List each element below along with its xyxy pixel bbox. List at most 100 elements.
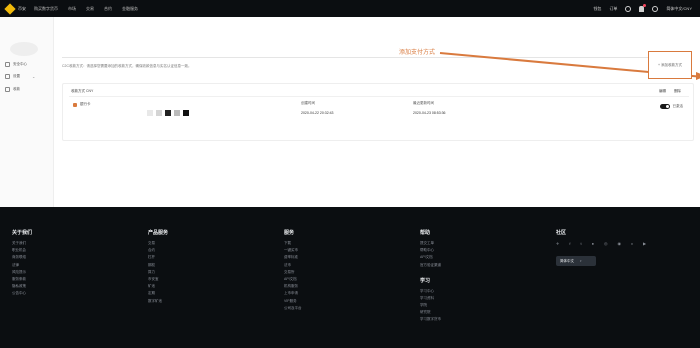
footer-link[interactable]: 下载	[284, 241, 302, 245]
logo-text: 币安	[18, 5, 26, 11]
footer-link[interactable]: VIP服务	[284, 299, 302, 303]
footer-link[interactable]: 矿池	[148, 284, 168, 288]
sidebar-item-payment[interactable]: 收款	[5, 87, 20, 92]
masked-block	[156, 110, 162, 116]
footer-link[interactable]: 法币	[284, 263, 302, 267]
sidebar-item-settings[interactable]: 设置 ⌄	[5, 74, 35, 79]
footer-link[interactable]: 币安宝	[148, 277, 168, 281]
user-icon[interactable]	[625, 5, 632, 12]
footer-link[interactable]: API文档	[420, 255, 441, 259]
footer-link[interactable]: 学习资料	[420, 296, 441, 300]
bank-name: 银行卡	[73, 102, 91, 107]
avatar	[10, 42, 38, 56]
edit-button[interactable]: 编辑	[659, 89, 666, 94]
masked-block	[174, 110, 180, 116]
telegram-icon[interactable]: ✈	[556, 241, 559, 246]
footer-link[interactable]: 公告中心	[12, 291, 32, 295]
footer-link[interactable]: 学习中心	[420, 289, 441, 293]
footer-link[interactable]: 合约	[148, 248, 168, 252]
download-icon[interactable]	[652, 5, 659, 12]
footer-link[interactable]: 关于我们	[12, 241, 32, 245]
card-icon	[5, 87, 10, 92]
chevron-down-icon: ⌄	[32, 74, 36, 79]
footer-link[interactable]: 数字矿池	[148, 299, 168, 303]
footer-link[interactable]: 期权	[148, 263, 168, 267]
nav-item[interactable]: 金融服务	[122, 6, 138, 12]
footer-link[interactable]: 交易	[148, 241, 168, 245]
updated-time-value: 2020-04-23 08:53:36	[413, 111, 446, 115]
twitter-icon[interactable]: t	[580, 241, 581, 246]
sidebar-item-label: 收款	[13, 87, 20, 91]
nav-item[interactable]: 交易	[86, 6, 94, 12]
created-time-value: 2020-04-22 20:32:43	[301, 111, 334, 115]
footer-link[interactable]: 提交工单	[420, 241, 441, 245]
bell-icon[interactable]	[639, 3, 647, 12]
top-nav: 购买数字货币 市场 交易 合约 金融服务	[34, 6, 148, 12]
payment-method-card: 收款方式 CNY 编辑 删除 银行卡 创建时间 2020-04-22 20:32…	[62, 83, 694, 141]
footer-link[interactable]: 学习数字货币	[420, 317, 441, 321]
footer-link[interactable]: 学院	[420, 303, 441, 307]
add-payment-method-label: + 添加收款方式	[657, 62, 683, 67]
footer-link[interactable]: 法律	[12, 263, 32, 267]
footer-link[interactable]: 隐私政策	[12, 284, 32, 288]
nav-item[interactable]: 市场	[68, 6, 76, 12]
page-description: C2C收款方式：请选择您需要添加的收款方式，确保收款信息与实名认证信息一致。	[62, 64, 192, 68]
updated-time-label: 最近更新时间	[413, 101, 434, 105]
reddit-icon[interactable]: ●	[592, 241, 594, 246]
active-toggle[interactable]: 已激活	[659, 104, 683, 109]
footer-link[interactable]: API文档	[284, 277, 302, 281]
footer-link[interactable]: 公司及平台	[284, 306, 302, 310]
footer-link[interactable]: 杠杆	[148, 255, 168, 259]
youtube-icon[interactable]: ▶	[643, 241, 646, 246]
logo[interactable]: 币安	[4, 0, 26, 17]
footer-link[interactable]: 研究院	[420, 310, 441, 314]
sidebar: 安全中心 设置 ⌄ 收款	[0, 17, 54, 207]
orders-menu[interactable]: 订单	[609, 6, 617, 12]
bank-name-label: 银行卡	[80, 102, 91, 106]
footer-link[interactable]: 上币申请	[284, 291, 302, 295]
footer-link[interactable]: 服务条款	[12, 277, 32, 281]
delete-button[interactable]: 删除	[674, 89, 681, 94]
nav-item[interactable]: 合约	[104, 6, 112, 12]
card-actions: 编辑 删除	[651, 89, 681, 94]
annotation-label: 添加支付方式	[399, 50, 436, 56]
footer-link[interactable]: 帮助中心	[420, 248, 441, 252]
social-icons: ✈ f t ● ◎ ◉ v ▶	[556, 241, 656, 246]
footer-link[interactable]: 官方验证渠道	[420, 263, 441, 267]
footer-link[interactable]: 交易所	[284, 270, 302, 274]
language-currency-selector[interactable]: 简体中文/CNY	[666, 6, 692, 12]
masked-account-info	[147, 110, 192, 116]
footer-link[interactable]: 机构服务	[284, 284, 302, 288]
footer-link[interactable]: 费率标准	[284, 255, 302, 259]
footer: 关于我们 关于我们 职业机会 商务联络 法律 风险提示 服务条款 隐私政策 公告…	[0, 207, 700, 348]
sidebar-item-security[interactable]: 安全中心	[5, 62, 27, 67]
nav-item[interactable]: 购买数字货币	[34, 6, 58, 12]
footer-column-products: 产品服务 交易 合约 杠杆 期权 算力 币安宝 矿池 定期 数字矿池	[148, 229, 168, 306]
add-payment-method-button[interactable]: + 添加收款方式	[648, 51, 692, 79]
binance-logo-icon	[4, 2, 16, 15]
footer-link[interactable]: 一键买币	[284, 248, 302, 252]
footer-link[interactable]: 风险提示	[12, 270, 32, 274]
masked-block	[183, 110, 189, 116]
toggle-switch[interactable]	[659, 104, 670, 109]
footer-link[interactable]: 定期	[148, 291, 168, 295]
created-time-label: 创建时间	[301, 101, 315, 105]
masked-block	[147, 110, 153, 116]
vk-icon[interactable]: v	[631, 241, 633, 246]
language-selector[interactable]: 简体中文 ▾	[556, 256, 596, 266]
footer-column-title: 帮助	[420, 230, 431, 236]
top-right-menu: 钱包 订单 简体中文/CNY	[585, 0, 692, 17]
instagram-icon[interactable]: ◎	[604, 241, 608, 246]
divider	[62, 57, 687, 58]
top-navigation-bar: 币安 购买数字货币 市场 交易 合约 金融服务 钱包 订单 简体中文/CNY	[0, 0, 700, 17]
sidebar-item-label: 设置	[13, 74, 20, 78]
coinmarketcap-icon[interactable]: ◉	[618, 241, 622, 246]
footer-column-about: 关于我们 关于我们 职业机会 商务联络 法律 风险提示 服务条款 隐私政策 公告…	[12, 229, 32, 299]
footer-link[interactable]: 算力	[148, 270, 168, 274]
footer-link[interactable]: 商务联络	[12, 255, 32, 259]
divider	[69, 96, 689, 97]
shield-icon	[5, 62, 10, 67]
footer-link[interactable]: 职业机会	[12, 248, 32, 252]
facebook-icon[interactable]: f	[569, 241, 570, 246]
wallet-menu[interactable]: 钱包	[593, 6, 601, 12]
